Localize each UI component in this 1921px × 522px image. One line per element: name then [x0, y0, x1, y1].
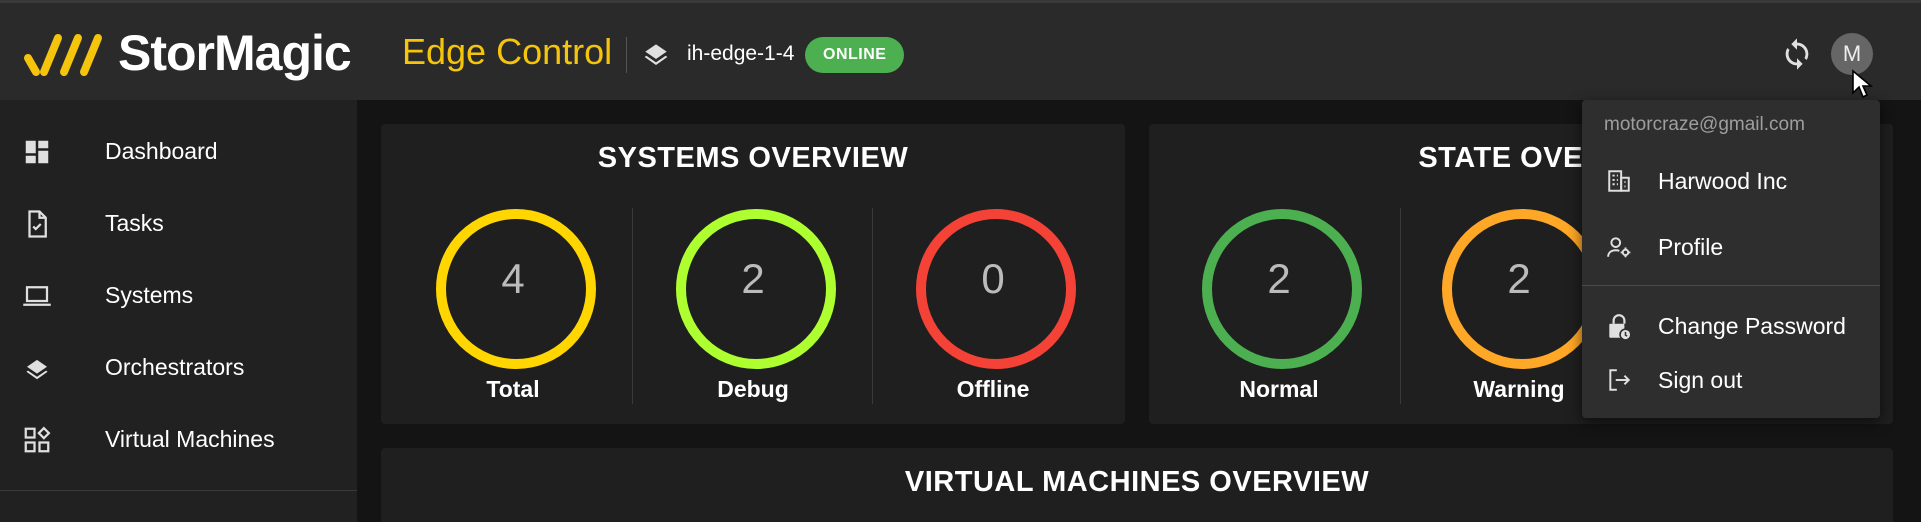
stat-divider: [632, 208, 633, 404]
menu-item-label: Sign out: [1658, 367, 1743, 393]
sidebar-item-label: Tasks: [105, 209, 164, 236]
menu-item-sign-out[interactable]: Sign out: [1582, 354, 1880, 404]
sidebar-item-virtual-machines[interactable]: Virtual Machines: [0, 403, 357, 475]
menu-item-label: Harwood Inc: [1658, 168, 1788, 194]
refresh-icon[interactable]: [1780, 37, 1814, 76]
environment-name[interactable]: ih-edge-1-4: [687, 42, 794, 66]
layers-icon: [26, 359, 48, 380]
user-settings-icon: [1607, 237, 1631, 258]
stat-divider: [1400, 208, 1401, 404]
stat-divider: [872, 208, 873, 404]
sidebar: Dashboard Tasks Systems Orchestrators Vi…: [0, 100, 357, 522]
systems-overview-card: SYSTEMS OVERVIEW 4 Total 2 Debug 0 Offli…: [381, 124, 1125, 424]
organization-icon: [1608, 170, 1630, 192]
sidebar-item-label: Systems: [105, 281, 194, 308]
stat-value: 4: [501, 255, 525, 302]
card-title: VIRTUAL MACHINES OVERVIEW: [904, 466, 1370, 498]
sidebar-item-dashboard[interactable]: Dashboard: [0, 115, 357, 187]
top-app-bar: StorMagic Edge Control ih-edge-1-4 ONLIN…: [0, 0, 1921, 100]
stat-value: 2: [1267, 255, 1291, 302]
sidebar-item-label: Dashboard: [105, 137, 218, 164]
sidebar-item-tasks[interactable]: Tasks: [0, 187, 357, 259]
sidebar-item-label: Virtual Machines: [105, 425, 275, 452]
stormagic-logo[interactable]: StorMagic: [22, 25, 352, 81]
apps-add-icon: [24, 426, 51, 453]
logout-icon: [1609, 369, 1631, 391]
sidebar-item-label: Orchestrators: [105, 353, 245, 380]
stormagic-logo-mark-icon: [24, 34, 102, 76]
vm-overview-card: VIRTUAL MACHINES OVERVIEW: [381, 448, 1893, 522]
sidebar-divider: [0, 490, 357, 491]
layers-icon: [640, 37, 672, 74]
menu-item-label: Profile: [1658, 234, 1724, 260]
app-title: Edge Control: [402, 31, 613, 72]
sidebar-item-orchestrators[interactable]: Orchestrators: [0, 331, 357, 403]
stat-value: 2: [1507, 255, 1531, 302]
laptop-icon: [23, 286, 51, 306]
user-email: motorcraze@gmail.com: [1604, 114, 1805, 135]
dashboard-icon: [25, 140, 49, 164]
status-badge: ONLINE: [805, 37, 905, 73]
logo-text: StorMagic: [118, 25, 352, 81]
menu-item-label: Change Password: [1658, 313, 1846, 339]
stat-label: Normal: [1239, 376, 1319, 402]
menu-item-change-password[interactable]: Change Password: [1582, 300, 1880, 350]
header-divider: [626, 37, 627, 73]
stat-label: Total: [486, 376, 540, 402]
stat-value: 2: [741, 255, 765, 302]
task-document-icon: [28, 210, 47, 238]
stat-label: Debug: [717, 376, 789, 402]
stat-label: Offline: [956, 376, 1030, 402]
menu-item-profile[interactable]: Profile: [1582, 221, 1880, 271]
stat-value: 0: [981, 255, 1005, 302]
menu-item-organization[interactable]: Harwood Inc: [1582, 155, 1880, 205]
lock-icon: [1609, 314, 1632, 341]
user-menu: motorcraze@gmail.com Harwood Inc Profile…: [1582, 100, 1880, 418]
card-title: SYSTEMS OVERVIEW: [597, 142, 909, 174]
menu-divider: [1582, 285, 1880, 286]
mouse-cursor-icon: [1851, 69, 1874, 104]
sidebar-item-systems[interactable]: Systems: [0, 259, 357, 331]
